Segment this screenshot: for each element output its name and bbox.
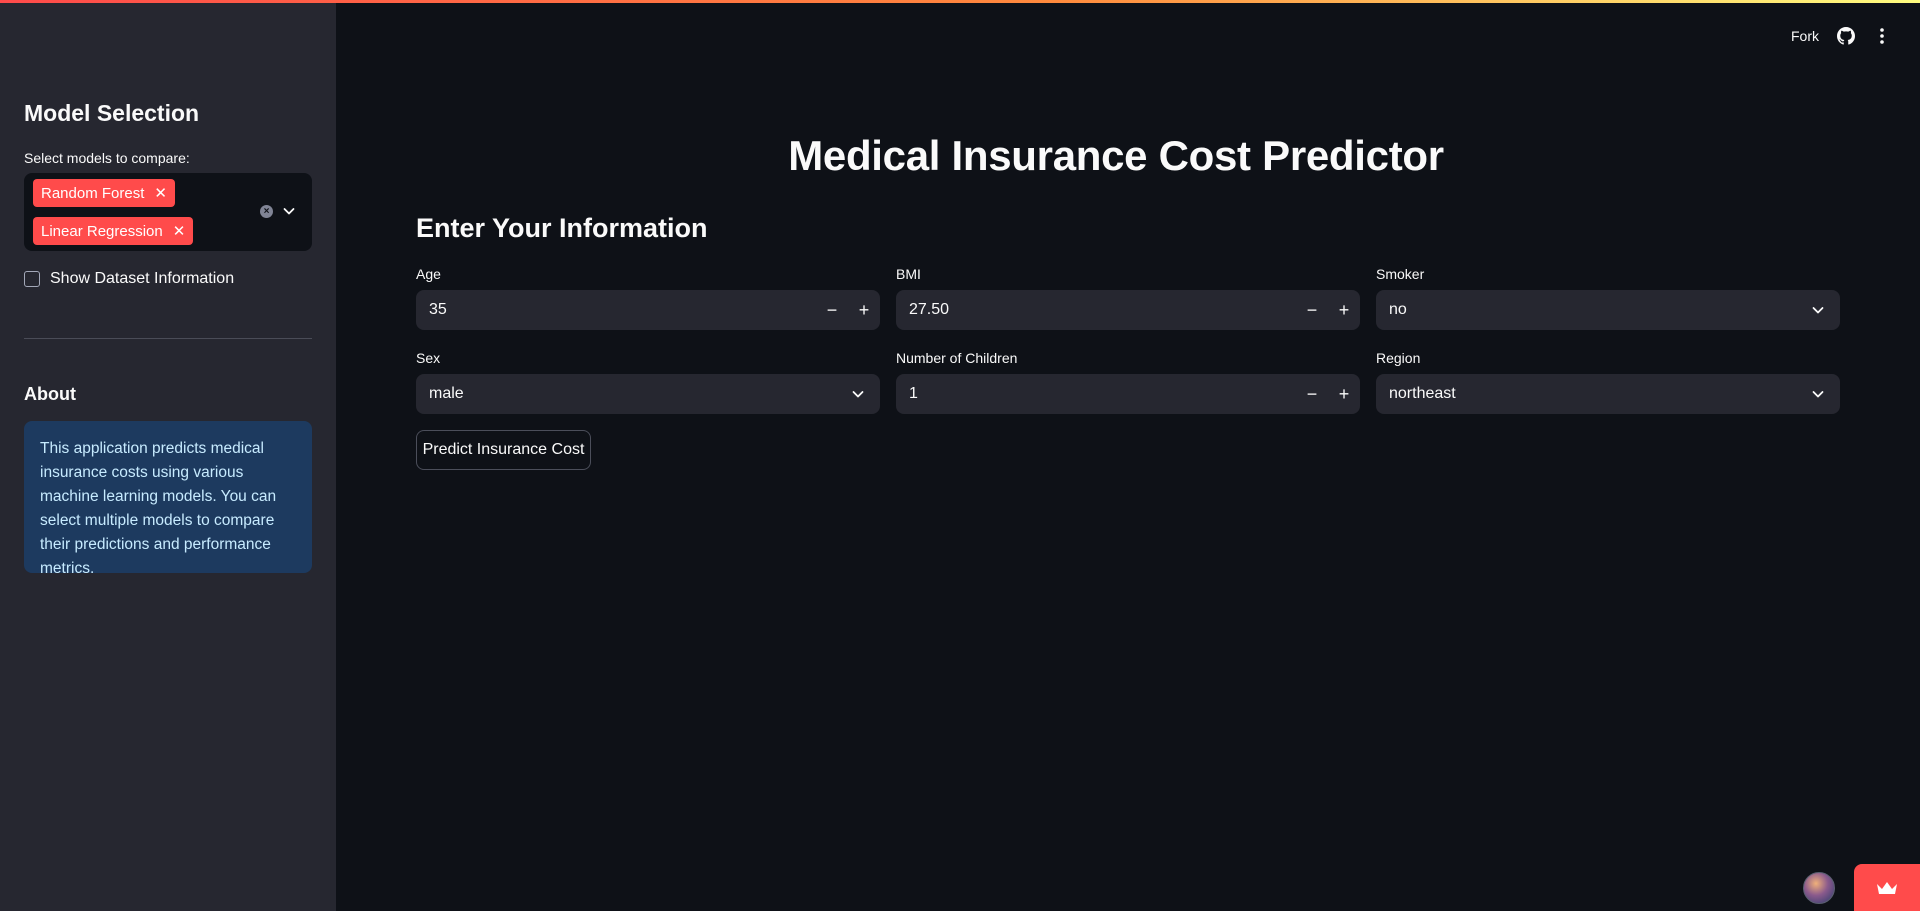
top-decoration-bar <box>0 0 1920 3</box>
sex-select[interactable]: male <box>416 374 880 414</box>
github-icon[interactable] <box>1837 27 1855 45</box>
smoker-value: no <box>1389 301 1407 318</box>
predict-button[interactable]: Predict Insurance Cost <box>416 430 591 470</box>
children-label: Number of Children <box>896 350 1018 366</box>
bmi-decrement-button[interactable]: − <box>1296 290 1328 330</box>
sidebar: Model Selection Select models to compare… <box>0 0 336 911</box>
sex-label: Sex <box>416 350 441 366</box>
age-increment-button[interactable]: + <box>848 290 880 330</box>
model-chip-label: Random Forest <box>41 184 145 202</box>
more-vertical-icon[interactable] <box>1874 27 1890 45</box>
region-select[interactable]: northeast <box>1376 374 1840 414</box>
model-chip-label: Linear Regression <box>41 222 163 240</box>
model-multiselect[interactable]: Random Forest ✕ Linear Regression ✕ × <box>24 173 312 251</box>
age-value: 35 <box>429 301 447 318</box>
section-title: Enter Your Information <box>416 213 708 243</box>
show-dataset-checkbox-row[interactable]: Show Dataset Information <box>24 270 234 288</box>
sidebar-divider <box>24 338 312 339</box>
children-input[interactable]: 1 − + <box>896 374 1360 414</box>
remove-chip-icon[interactable]: ✕ <box>173 224 186 239</box>
bmi-input[interactable]: 27.50 − + <box>896 290 1360 330</box>
chevron-down-icon <box>852 391 864 398</box>
remove-chip-icon[interactable]: ✕ <box>154 186 167 201</box>
smoker-select[interactable]: no <box>1376 290 1840 330</box>
children-increment-button[interactable]: + <box>1328 374 1360 414</box>
avatar[interactable] <box>1803 872 1835 904</box>
show-dataset-label: Show Dataset Information <box>50 270 235 287</box>
model-select-label: Select models to compare: <box>24 150 190 166</box>
about-info-box: This application predicts medical insura… <box>24 421 312 577</box>
chevron-down-icon[interactable] <box>282 204 296 218</box>
region-value: northeast <box>1389 385 1456 402</box>
bmi-increment-button[interactable]: + <box>1328 290 1360 330</box>
show-dataset-checkbox[interactable] <box>24 271 40 287</box>
bmi-value: 27.50 <box>909 301 950 318</box>
sidebar-title: Model Selection <box>24 100 200 126</box>
model-chip: Random Forest ✕ <box>33 179 175 207</box>
bmi-label: BMI <box>896 266 921 282</box>
children-decrement-button[interactable]: − <box>1296 374 1328 414</box>
streamlit-badge[interactable] <box>1854 864 1920 911</box>
about-heading: About <box>24 384 76 404</box>
smoker-label: Smoker <box>1376 266 1425 282</box>
fork-link[interactable]: Fork <box>1791 28 1819 44</box>
age-decrement-button[interactable]: − <box>816 290 848 330</box>
model-chip: Linear Regression ✕ <box>33 217 194 245</box>
region-label: Region <box>1376 350 1421 366</box>
age-input[interactable]: 35 − + <box>416 290 880 330</box>
page-title: Medical Insurance Cost Predictor <box>788 132 1444 179</box>
age-label: Age <box>416 266 441 282</box>
chevron-down-icon <box>1812 391 1824 398</box>
chevron-down-icon <box>1812 307 1824 314</box>
crown-icon <box>1877 881 1897 894</box>
clear-all-icon[interactable]: × <box>260 205 273 218</box>
sex-value: male <box>429 385 464 402</box>
children-value: 1 <box>909 385 918 402</box>
